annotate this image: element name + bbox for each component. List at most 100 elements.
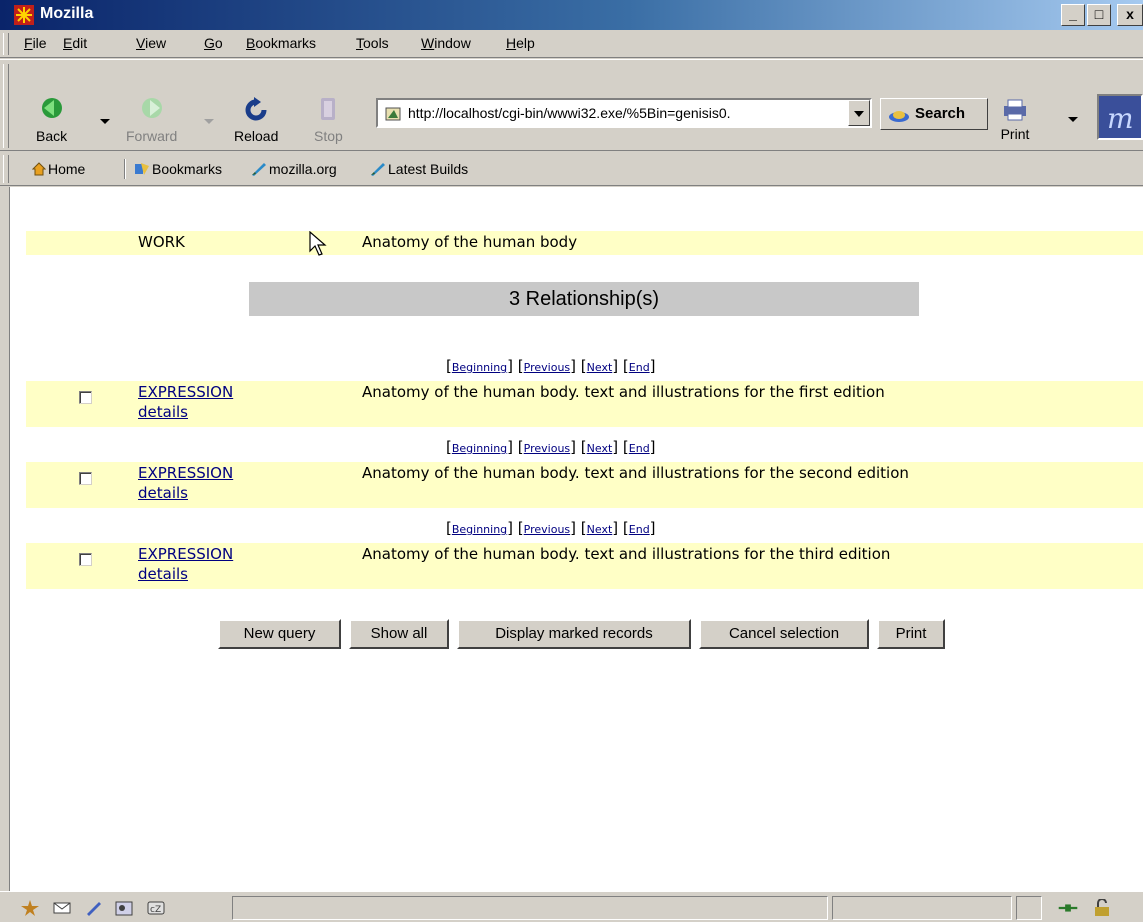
stop-button[interactable]: Stop — [314, 96, 343, 144]
stop-icon — [321, 98, 336, 120]
bookmark-link-icon — [252, 163, 266, 176]
back-button[interactable]: Back — [36, 96, 67, 144]
mozilla-throbber[interactable]: m — [1097, 94, 1143, 140]
record-details-link[interactable]: details — [138, 484, 188, 502]
record-type-link[interactable]: EXPRESSION — [138, 383, 233, 401]
record-pager: [Beginning] [Previous] [Next] [End] — [446, 438, 656, 456]
url-bar[interactable]: http://localhost/cgi-bin/wwwi32.exe/%5Bi… — [376, 98, 872, 128]
url-input[interactable]: http://localhost/cgi-bin/wwwi32.exe/%5Bi… — [408, 105, 848, 121]
record-row: EXPRESSION details Anatomy of the human … — [26, 543, 1143, 589]
pager-end-link[interactable]: End — [629, 442, 650, 455]
pager-end-link[interactable]: End — [629, 523, 650, 536]
pager-previous-link[interactable]: Previous — [524, 523, 571, 536]
pager-next-link[interactable]: Next — [587, 361, 613, 374]
print-toolbar-button[interactable]: Print — [1000, 98, 1030, 142]
latest-builds-link[interactable]: Latest Builds — [370, 161, 468, 177]
browser-window: Mozilla _ □ x File Edit View Go Bookmark… — [0, 0, 1143, 922]
record-select-checkbox[interactable] — [79, 391, 92, 404]
menu-bar: File Edit View Go Bookmarks Tools Window… — [0, 30, 1143, 58]
back-arrow-icon — [41, 98, 62, 118]
close-button[interactable]: x — [1117, 4, 1143, 26]
reload-label: Reload — [234, 128, 279, 144]
mail-icon[interactable] — [52, 899, 72, 917]
print-toolbar-label: Print — [1000, 126, 1030, 142]
pager-next-link[interactable]: Next — [587, 442, 613, 455]
menu-bookmarks[interactable]: Bookmarks — [246, 35, 316, 51]
throbber-logo-icon: m — [1107, 102, 1134, 135]
record-title: Anatomy of the human body. text and illu… — [362, 383, 885, 401]
forward-button[interactable]: Forward — [126, 96, 177, 144]
reload-icon — [245, 97, 267, 121]
show-all-button[interactable]: Show all — [349, 619, 449, 649]
progress-panel — [832, 896, 1012, 920]
work-label: WORK — [138, 233, 185, 251]
menu-tools[interactable]: Tools — [356, 35, 389, 51]
relationships-header: 3 Relationship(s) — [249, 282, 919, 316]
record-details-link[interactable]: details — [138, 565, 188, 583]
search-icon — [889, 111, 909, 122]
record-type-link[interactable]: EXPRESSION — [138, 545, 233, 563]
composer-icon[interactable] — [84, 899, 104, 917]
record-row: EXPRESSION details Anatomy of the human … — [26, 462, 1143, 508]
display-marked-records-button[interactable]: Display marked records — [457, 619, 691, 649]
online-status-icon[interactable] — [1058, 899, 1078, 917]
pager-beginning-link[interactable]: Beginning — [452, 523, 507, 536]
forward-history-dropdown[interactable] — [204, 119, 214, 124]
menu-view[interactable]: View — [136, 35, 166, 51]
chat-icon[interactable]: cZ — [146, 899, 166, 917]
pager-beginning-link[interactable]: Beginning — [452, 442, 507, 455]
status-text-panel — [232, 896, 828, 920]
mouse-cursor-icon — [309, 231, 327, 256]
pager-next-link[interactable]: Next — [587, 523, 613, 536]
reload-button[interactable]: Reload — [234, 96, 278, 144]
menu-help[interactable]: Help — [506, 35, 535, 51]
mozilla-app-icon — [14, 5, 34, 25]
pager-beginning-link[interactable]: Beginning — [452, 361, 507, 374]
record-row: EXPRESSION details Anatomy of the human … — [26, 381, 1143, 427]
pager-previous-link[interactable]: Previous — [524, 361, 571, 374]
record-type-link[interactable]: EXPRESSION — [138, 464, 233, 482]
print-dropdown[interactable] — [1068, 117, 1078, 122]
bookmarks-button[interactable]: Bookmarks — [134, 161, 222, 177]
record-pager: [Beginning] [Previous] [Next] [End] — [446, 357, 656, 375]
menu-bar-grip — [3, 33, 9, 55]
back-label: Back — [36, 128, 68, 144]
svg-text:cZ: cZ — [150, 905, 161, 915]
security-lock-icon[interactable] — [1092, 899, 1112, 917]
home-icon — [31, 162, 47, 176]
record-select-checkbox[interactable] — [79, 553, 92, 566]
menu-window[interactable]: Window — [421, 35, 471, 51]
page-proxy-icon — [385, 107, 401, 121]
page-content: WORK Anatomy of the human body 3 Relatio… — [10, 187, 1143, 891]
home-button[interactable]: Home — [31, 161, 85, 177]
pager-end-link[interactable]: End — [629, 361, 650, 374]
cancel-selection-button[interactable]: Cancel selection — [699, 619, 869, 649]
new-query-button[interactable]: New query — [218, 619, 341, 649]
url-history-dropdown[interactable] — [848, 100, 870, 126]
pager-previous-link[interactable]: Previous — [524, 442, 571, 455]
record-title: Anatomy of the human body. text and illu… — [362, 464, 909, 482]
mozilla-org-link[interactable]: mozilla.org — [251, 161, 337, 177]
back-history-dropdown[interactable] — [100, 119, 110, 124]
maximize-button[interactable]: □ — [1087, 4, 1111, 26]
record-title: Anatomy of the human body. text and illu… — [362, 545, 891, 563]
content-left-border — [0, 187, 10, 891]
search-label: Search — [915, 105, 966, 122]
bookmarks-icon — [135, 163, 149, 175]
menu-edit[interactable]: Edit — [63, 35, 87, 51]
print-page-button[interactable]: Print — [877, 619, 945, 649]
stop-label: Stop — [314, 128, 343, 144]
record-select-checkbox[interactable] — [79, 472, 92, 485]
work-row: WORK Anatomy of the human body — [26, 231, 1143, 255]
title-bar: Mozilla _ □ x — [0, 0, 1143, 30]
search-button[interactable]: Search — [880, 98, 988, 130]
record-details-link[interactable]: details — [138, 403, 188, 421]
navigator-icon[interactable] — [20, 899, 40, 917]
printer-icon — [1004, 99, 1026, 121]
menu-file[interactable]: File — [24, 35, 47, 51]
window-title: Mozilla — [40, 5, 94, 22]
forward-arrow-icon — [141, 98, 162, 118]
minimize-button[interactable]: _ — [1061, 4, 1085, 26]
address-book-icon[interactable] — [114, 899, 134, 917]
menu-go[interactable]: Go — [204, 35, 223, 51]
